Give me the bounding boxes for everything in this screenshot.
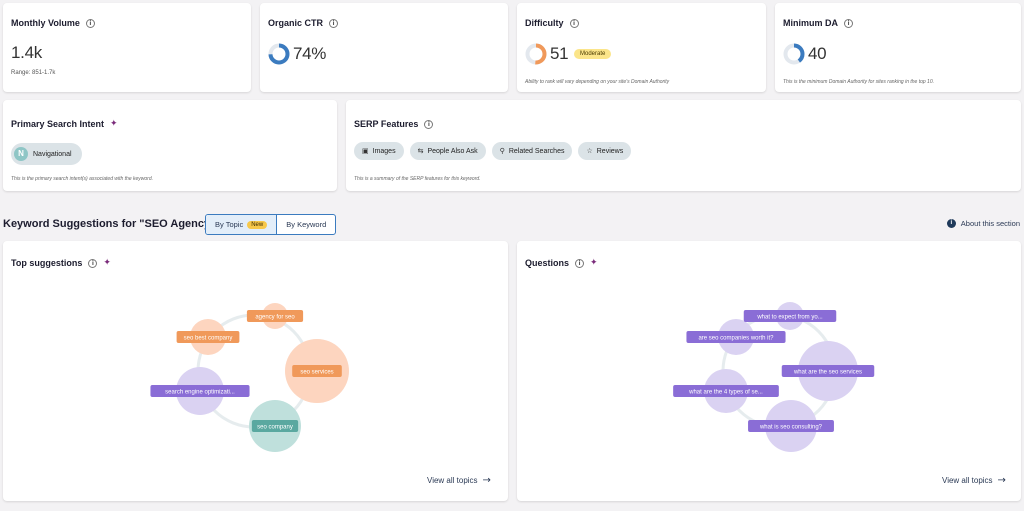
info-icon[interactable]: i	[329, 18, 339, 28]
about-section-link[interactable]: i About this section	[946, 219, 1020, 228]
topic-tag-label: what is seo consulting?	[759, 424, 823, 430]
topic-tag[interactable]: what are the seo services	[781, 365, 875, 377]
related-icon: ⚲	[499, 147, 505, 155]
serp-chip-label: People Also Ask	[427, 147, 478, 155]
minimum-da-donut	[783, 43, 805, 65]
top-suggestions-card: Top suggestions i ✦ agency for seo seo be…	[3, 241, 508, 501]
monthly-volume-value: 1.4k	[11, 43, 42, 62]
star-icon: ☆	[586, 147, 593, 155]
topic-tag[interactable]: are seo companies worth it?	[686, 331, 786, 343]
intent-note: This is the primary search intent(s) ass…	[11, 176, 153, 182]
serp-chip-label: Related Searches	[508, 147, 565, 155]
image-icon: ▣	[362, 147, 369, 155]
monthly-volume-title: Monthly Volume i	[11, 18, 95, 28]
topic-tag-label: seo company	[257, 424, 293, 430]
new-badge: New	[247, 220, 268, 229]
serp-features-label: SERP Features	[354, 119, 419, 129]
difficulty-donut	[525, 43, 547, 65]
intent-label: Navigational	[33, 150, 72, 158]
monthly-volume-card: Monthly Volume i 1.4k Range: 851-1.7k	[3, 3, 251, 92]
difficulty-value: 51	[550, 44, 569, 63]
info-icon[interactable]: i	[569, 18, 579, 28]
topic-tag-label: what are the seo services	[793, 369, 862, 375]
minimum-da-value: 40	[808, 44, 827, 63]
topic-tag[interactable]: seo services	[292, 365, 342, 377]
view-all-label: View all topics	[427, 476, 478, 485]
topic-tag[interactable]: what to expect from yo...	[743, 310, 837, 322]
search-intent-label: Primary Search Intent	[11, 119, 105, 129]
difficulty-title: Difficulty i	[525, 18, 579, 28]
intent-pill: N Navigational	[11, 143, 82, 165]
serp-chip-images[interactable]: ▣ Images	[354, 142, 404, 160]
organic-ctr-label: Organic CTR	[268, 18, 324, 28]
topic-tag-label: what are the 4 types of se...	[688, 389, 763, 395]
topic-tag[interactable]: search engine optimizati...	[150, 385, 250, 397]
top-suggestions-bubble-chart: agency for seo seo best company seo servic…	[150, 303, 349, 452]
minimum-da-label: Minimum DA	[783, 18, 838, 28]
questions-bubble-chart: what to expect from yo... are seo compani…	[673, 302, 875, 452]
tab-by-keyword-label: By Keyword	[286, 220, 327, 229]
topic-tag[interactable]: agency for seo	[246, 310, 304, 322]
arrow-right-icon: →	[997, 475, 1006, 486]
serp-chip-list: ▣ Images ⇆ People Also Ask ⚲ Related Sea…	[354, 142, 632, 160]
info-icon[interactable]: i	[424, 119, 434, 129]
organic-ctr-title: Organic CTR i	[268, 18, 339, 28]
info-icon[interactable]: i	[85, 18, 95, 28]
topic-tag[interactable]: what are the 4 types of se...	[673, 385, 779, 397]
ctr-donut	[268, 43, 290, 65]
topic-tag[interactable]: seo best company	[176, 331, 240, 343]
tab-by-topic[interactable]: By Topic New	[206, 215, 278, 234]
info-filled-icon: i	[946, 219, 956, 228]
info-icon[interactable]: i	[844, 18, 853, 28]
serp-features-title: SERP Features i	[354, 119, 434, 129]
minimum-da-title: Minimum DA i	[783, 18, 853, 28]
topic-tag-label: are seo companies worth it?	[698, 335, 774, 341]
organic-ctr-value: 74%	[293, 44, 327, 63]
questions-card: Questions i ✦ what to expect from yo... a…	[517, 241, 1021, 501]
serp-chip-reviews[interactable]: ☆ Reviews	[578, 142, 632, 160]
tab-by-keyword[interactable]: By Keyword	[277, 215, 335, 234]
search-intent-card: Primary Search Intent ✦ N Navigational T…	[3, 100, 337, 191]
tab-by-topic-label: By Topic	[215, 220, 244, 229]
topic-tag-label: what to expect from yo...	[756, 314, 823, 320]
monthly-volume-range: Range: 851-1.7k	[11, 70, 56, 76]
serp-chip-label: Images	[372, 147, 396, 155]
view-all-topics-link[interactable]: View all topics →	[427, 475, 491, 486]
about-section-label: About this section	[960, 219, 1020, 228]
view-all-label: View all topics	[942, 476, 993, 485]
difficulty-label: Difficulty	[525, 18, 564, 28]
topic-tag[interactable]: what is seo consulting?	[748, 420, 834, 432]
intent-letter: N	[14, 147, 28, 161]
difficulty-note: Ability to rank will vary depending on y…	[525, 79, 670, 85]
topic-tag[interactable]: seo company	[251, 420, 299, 432]
topic-tag-label: seo services	[300, 369, 333, 375]
topic-tag-label: search engine optimizati...	[165, 389, 235, 395]
difficulty-badge: Moderate	[574, 49, 612, 59]
minimum-da-note: This is the minimum Domain Authority for…	[783, 79, 934, 85]
keyword-suggestions-title: Keyword Suggestions for "SEO Agency"	[3, 218, 216, 230]
serp-chip-related-searches[interactable]: ⚲ Related Searches	[491, 142, 573, 160]
serp-chip-people-also-ask[interactable]: ⇆ People Also Ask	[409, 142, 486, 160]
arrow-right-icon: →	[482, 475, 491, 486]
view-all-topics-link[interactable]: View all topics →	[942, 475, 1006, 486]
serp-note: This is a summary of the SERP features f…	[354, 176, 481, 182]
sparkle-icon: ✦	[110, 118, 118, 129]
monthly-volume-label: Monthly Volume	[11, 18, 80, 28]
view-toggle: By Topic New By Keyword	[205, 214, 337, 235]
organic-ctr-card: Organic CTR i 74%	[260, 3, 508, 92]
serp-chip-label: Reviews	[596, 147, 624, 155]
search-intent-title: Primary Search Intent ✦	[11, 119, 118, 129]
topic-tag-label: agency for seo	[255, 314, 295, 320]
minimum-da-card: Minimum DA i 40 This is the minimum Doma…	[775, 3, 1021, 92]
difficulty-card: Difficulty i 51 Moderate Ability to rank…	[517, 3, 766, 92]
topic-tag-label: seo best company	[184, 335, 233, 341]
qa-icon: ⇆	[417, 147, 424, 155]
